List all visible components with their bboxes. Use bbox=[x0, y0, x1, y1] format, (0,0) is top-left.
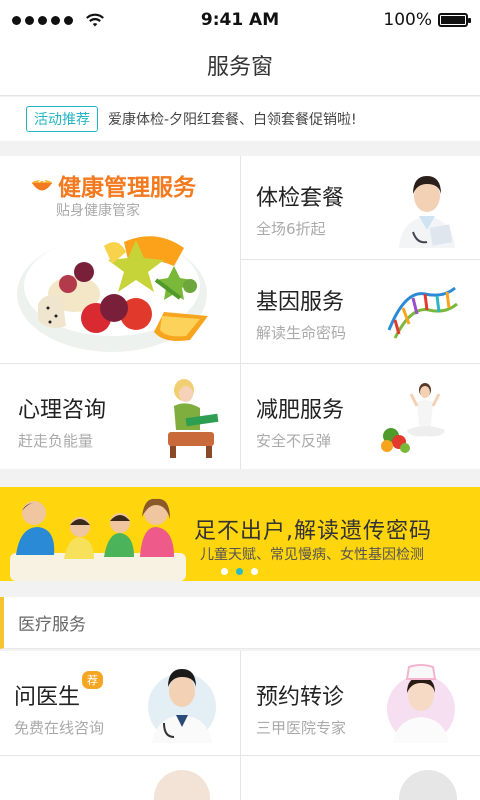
page-title: 服务窗 bbox=[0, 40, 480, 96]
weight-loss-card[interactable]: 减肥服务 安全不反弹 bbox=[241, 364, 480, 469]
family-image bbox=[10, 498, 186, 581]
promo-banner[interactable]: 活动推荐 爱康体检-夕阳红套餐、白领套餐促销啦! bbox=[0, 97, 480, 141]
gene-service-subtitle: 解读生命密码 bbox=[256, 324, 347, 342]
status-time: 9:41 AM bbox=[200, 10, 280, 30]
referral-subtitle: 三甲医院专家 bbox=[256, 719, 347, 737]
bowl-icon bbox=[32, 179, 52, 191]
battery-icon bbox=[438, 13, 471, 27]
page: 9:41 AM 100% 服务窗 活动推荐 爱康体检-夕阳红套餐、白领套餐促销啦… bbox=[0, 0, 480, 800]
medical-section-header: 医疗服务 bbox=[0, 597, 480, 649]
pager-dot[interactable] bbox=[221, 568, 228, 575]
ask-doctor-title: 问医生 bbox=[14, 685, 81, 710]
banner-subtitle: 儿童天赋、常见慢病、女性基因检测 bbox=[200, 547, 424, 563]
banner-pager[interactable] bbox=[221, 568, 258, 575]
nurse-avatar bbox=[387, 664, 455, 743]
gene-service-card[interactable]: 基因服务 解读生命密码 bbox=[241, 260, 480, 363]
doctor-avatar bbox=[399, 176, 455, 248]
promo-text: 爱康体检-夕阳红套餐、白领套餐促销啦! bbox=[108, 112, 357, 128]
fruit-salad-image bbox=[17, 236, 208, 352]
gene-promo-banner[interactable]: 足不出户,解读遗传密码 儿童天赋、常见慢病、女性基因检测 bbox=[0, 487, 480, 581]
ask-doctor-card[interactable]: 问医生荐 免费在线咨询 bbox=[0, 651, 240, 755]
ask-doctor-subtitle: 免费在线咨询 bbox=[14, 719, 105, 737]
gene-service-title: 基因服务 bbox=[256, 290, 345, 315]
health-management-card[interactable]: 健康管理服务 贴身健康管家 bbox=[0, 156, 240, 363]
pager-dot-active[interactable] bbox=[236, 568, 243, 575]
recommend-badge: 荐 bbox=[82, 671, 104, 689]
doctor-avatar bbox=[154, 770, 210, 800]
checkup-package-title: 体检套餐 bbox=[256, 186, 345, 211]
psych-consult-card[interactable]: 心理咨询 赶走负能量 bbox=[0, 364, 240, 469]
status-bar: 9:41 AM 100% bbox=[0, 0, 480, 40]
checkup-package-subtitle: 全场6折起 bbox=[256, 220, 326, 238]
health-management-title: 健康管理服务 bbox=[58, 175, 196, 201]
banner-title: 足不出户,解读遗传密码 bbox=[194, 519, 432, 544]
doctor-avatar bbox=[399, 770, 457, 800]
psych-consult-subtitle: 赶走负能量 bbox=[18, 432, 94, 450]
health-management-subtitle: 贴身健康管家 bbox=[56, 203, 140, 219]
psych-consult-title: 心理咨询 bbox=[18, 398, 107, 423]
weight-loss-subtitle: 安全不反弹 bbox=[256, 432, 332, 450]
pager-dot[interactable] bbox=[251, 568, 258, 575]
weight-loss-title: 减肥服务 bbox=[256, 398, 345, 423]
checkup-package-card[interactable]: 体检套餐 全场6折起 bbox=[241, 156, 480, 259]
referral-title: 预约转诊 bbox=[256, 685, 345, 710]
services-grid: 健康管理服务 贴身健康管家 体检套餐 全场6折起 基因服务 解读生命密码 心理咨… bbox=[0, 156, 480, 469]
medical-services-grid: 问医生荐 免费在线咨询 预约转诊 三甲医院专家 bbox=[0, 651, 480, 800]
promo-tag: 活动推荐 bbox=[26, 106, 98, 132]
male-doctor-avatar bbox=[148, 669, 216, 743]
medical-service-card-partial[interactable] bbox=[241, 756, 480, 800]
reading-girl-image bbox=[168, 379, 219, 458]
dna-image bbox=[387, 286, 458, 339]
referral-card[interactable]: 预约转诊 三甲医院专家 bbox=[241, 651, 480, 755]
medical-service-card-partial[interactable] bbox=[0, 756, 240, 800]
yoga-woman-image bbox=[381, 383, 445, 453]
